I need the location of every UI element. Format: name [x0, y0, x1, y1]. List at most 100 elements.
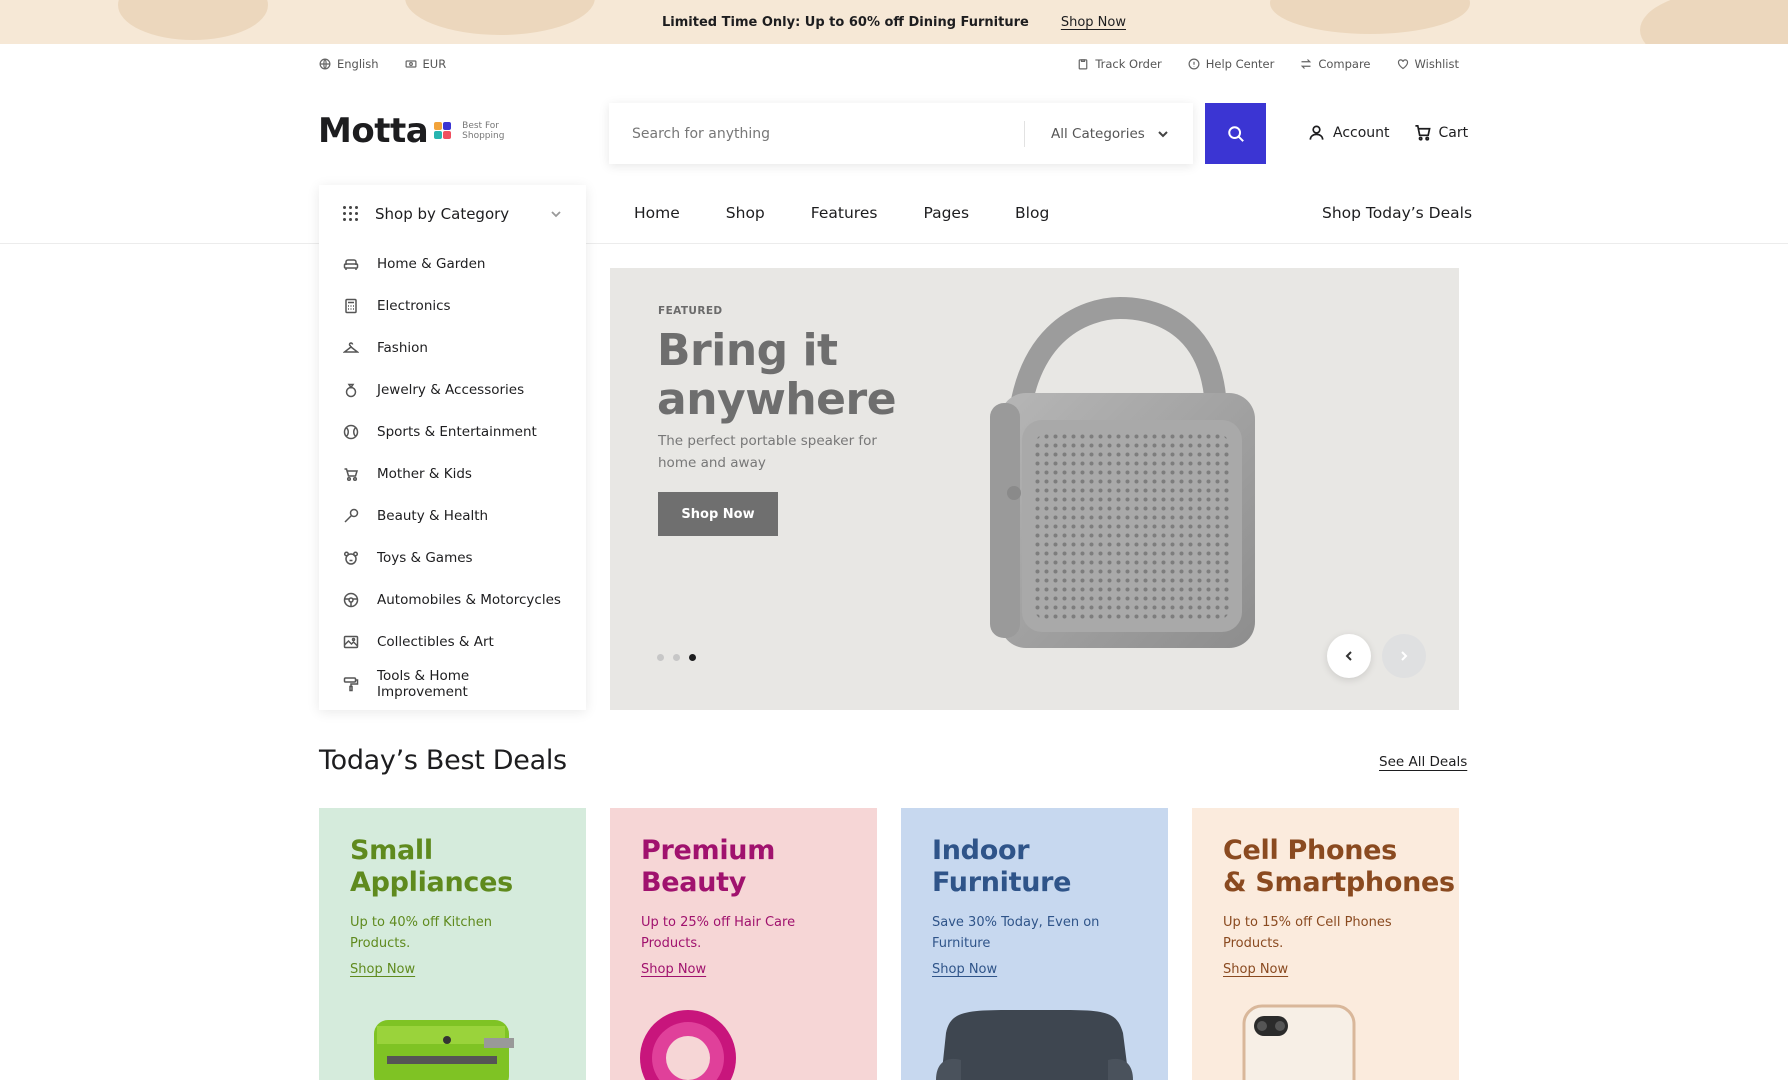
nav-item[interactable]: Home	[634, 204, 680, 222]
chevron-right-icon	[1401, 651, 1408, 661]
promo-text: Limited Time Only: Up to 60% off Dining …	[662, 14, 1029, 30]
category-item[interactable]: Toys & Games	[319, 537, 586, 579]
hero-shop-now-button[interactable]: Shop Now	[658, 492, 778, 536]
header-actions: Account Cart	[1308, 124, 1468, 141]
currency-selector[interactable]: EUR	[405, 57, 447, 71]
deal-card-shop-now-link[interactable]: Shop Now	[641, 962, 706, 977]
picture-icon	[343, 635, 359, 649]
calculator-icon	[345, 298, 357, 314]
hero-title: Bring it anywhere	[657, 325, 897, 425]
category-item[interactable]: Mother & Kids	[319, 453, 586, 495]
category-item[interactable]: Collectibles & Art	[319, 621, 586, 663]
ball-icon	[343, 424, 359, 440]
user-icon	[1309, 125, 1324, 140]
speaker-product-image	[990, 296, 1255, 648]
category-item[interactable]: Automobiles & Motorcycles	[319, 579, 586, 621]
slider-next-button[interactable]	[1382, 634, 1426, 678]
hero-eyebrow: FEATURED	[658, 305, 723, 317]
currency-label: EUR	[422, 57, 447, 71]
logo-tagline: Best For Shopping	[462, 121, 504, 141]
logo-wordmark: Motta	[318, 111, 429, 151]
clipboard-icon	[1078, 59, 1088, 70]
cart-icon	[1414, 125, 1431, 141]
category-item-label: Automobiles & Motorcycles	[377, 592, 561, 608]
promo-shop-now-link[interactable]: Shop Now	[1061, 15, 1126, 30]
deal-card-description: Up to 40% off Kitchen Products.	[350, 915, 493, 951]
nav-item[interactable]: Blog	[1015, 204, 1049, 222]
paint-roller-icon	[343, 677, 359, 692]
help-icon	[1188, 58, 1200, 70]
slider-dot[interactable]	[657, 654, 664, 661]
logo-tagline-line-1: Best For	[462, 121, 500, 131]
category-item[interactable]: Fashion	[319, 327, 586, 369]
language-label: English	[337, 57, 379, 71]
track-order-link[interactable]: Track Order	[1077, 57, 1162, 71]
category-item-label: Beauty & Health	[377, 508, 489, 524]
cart-button[interactable]: Cart	[1414, 124, 1469, 141]
deal-card-small-appliances[interactable]: Small Appliances Up to 40% off Kitchen P…	[319, 808, 586, 1080]
nav-item[interactable]: Shop	[726, 204, 765, 222]
language-selector[interactable]: English	[319, 57, 379, 71]
deal-card-shop-now-link[interactable]: Shop Now	[932, 962, 997, 977]
chevron-left-icon	[1345, 651, 1352, 661]
category-item-label: Mother & Kids	[377, 466, 472, 482]
sofa-icon	[343, 259, 359, 270]
search-category-select[interactable]: All Categories	[1025, 103, 1193, 164]
account-button[interactable]: Account	[1308, 124, 1390, 141]
cart-label: Cart	[1438, 124, 1469, 141]
deal-card-description: Up to 15% off Cell Phones Products.	[1223, 915, 1392, 951]
category-item-label: Electronics	[377, 298, 451, 314]
utility-bar: English EUR Track Order Help Center Comp…	[319, 54, 1459, 74]
grid-icon	[343, 206, 359, 222]
search-input[interactable]	[609, 103, 1024, 164]
slider-dot[interactable]	[673, 654, 680, 661]
nav-item[interactable]: Features	[811, 204, 878, 222]
category-menu-heading: Shop by Category	[375, 205, 510, 223]
money-icon	[405, 60, 417, 68]
search-category-label: All Categories	[1051, 125, 1145, 142]
see-all-deals-link[interactable]: See All Deals	[1379, 754, 1467, 770]
search-button[interactable]	[1205, 103, 1266, 164]
nav-item[interactable]: Pages	[923, 204, 969, 222]
deal-card-shop-now-link[interactable]: Shop Now	[350, 962, 415, 977]
deal-card-premium-beauty[interactable]: Premium Beauty Up to 25% off Hair Care P…	[610, 808, 877, 1080]
steering-wheel-icon	[343, 592, 359, 608]
deal-card-indoor-furniture[interactable]: Indoor Furniture Save 30% Today, Even on…	[901, 808, 1168, 1080]
category-item-label: Home & Garden	[377, 256, 486, 272]
deal-card-title-line: Appliances	[350, 867, 513, 898]
site-logo[interactable]: Motta Best For Shopping	[318, 114, 504, 148]
account-label: Account	[1333, 124, 1390, 141]
category-item[interactable]: Electronics	[319, 285, 586, 327]
hero-slider: FEATURED Bring it anywhere The perfect p…	[610, 268, 1459, 710]
deal-card-title: Indoor Furniture	[932, 835, 1071, 899]
slider-dot-active[interactable]	[689, 654, 696, 661]
ring-icon	[345, 383, 357, 398]
hero-subtitle: The perfect portable speaker for home an…	[658, 433, 877, 471]
help-center-label: Help Center	[1205, 57, 1275, 71]
category-item-label: Sports & Entertainment	[377, 424, 537, 440]
deal-card-title-line: Cell Phones	[1223, 835, 1397, 866]
category-item[interactable]: Sports & Entertainment	[319, 411, 586, 453]
deal-card-cell-phones[interactable]: Cell Phones & Smartphones Up to 15% off …	[1192, 808, 1459, 1080]
deal-card-shop-now-link[interactable]: Shop Now	[1223, 962, 1288, 977]
category-menu-toggle[interactable]: Shop by Category	[319, 185, 586, 243]
slider-prev-button[interactable]	[1327, 634, 1371, 678]
deal-card-title-line: & Smartphones	[1223, 867, 1455, 898]
compare-link[interactable]: Compare	[1300, 57, 1371, 71]
category-item[interactable]: Tools & Home Improvement	[319, 663, 586, 705]
category-item-label: Jewelry & Accessories	[377, 382, 525, 398]
category-item-label: Toys & Games	[377, 550, 473, 566]
category-item[interactable]: Home & Garden	[319, 243, 586, 285]
category-item[interactable]: Beauty & Health	[319, 495, 586, 537]
category-item[interactable]: Jewelry & Accessories	[319, 369, 586, 411]
wishlist-link[interactable]: Wishlist	[1397, 57, 1459, 71]
deals-section-title: Today’s Best Deals	[319, 745, 567, 776]
deal-card-title: Small Appliances	[350, 835, 513, 899]
heart-icon	[1397, 59, 1408, 70]
deal-card-title-line: Beauty	[641, 867, 747, 898]
nav-divider	[0, 243, 1788, 244]
help-center-link[interactable]: Help Center	[1188, 57, 1275, 71]
category-menu: Shop by Category Home & Garden Electronic…	[319, 185, 586, 710]
category-list: Home & Garden Electronics Fashion Jewelry &…	[319, 243, 586, 705]
nav-todays-deals-link[interactable]: Shop Today’s Deals	[1322, 204, 1472, 222]
